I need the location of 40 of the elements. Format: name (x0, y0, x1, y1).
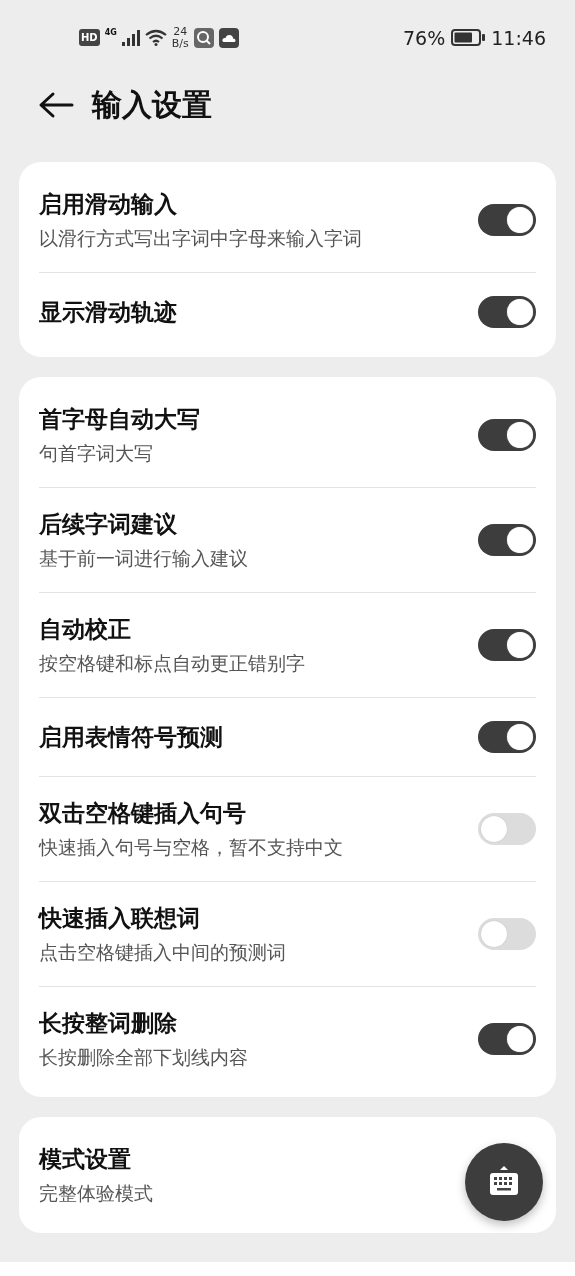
setting-description: 长按删除全部下划线内容 (39, 1044, 248, 1070)
setting-title: 后续字词建议 (39, 509, 178, 539)
signal-icon (121, 29, 140, 46)
setting-description: 完整体验模式 (39, 1180, 153, 1206)
toggle-switch[interactable] (478, 296, 536, 328)
setting-description: 快速插入句号与空格，暂不支持中文 (39, 834, 343, 860)
setting-title: 双击空格键插入句号 (39, 798, 247, 828)
toggle-switch[interactable] (478, 204, 536, 236)
battery-icon (451, 29, 486, 46)
setting-title: 首字母自动大写 (39, 404, 200, 434)
setting-title: 长按整词删除 (39, 1008, 178, 1038)
speed-value: 24 (173, 25, 188, 38)
setting-title: 启用表情符号预测 (39, 722, 223, 752)
toggle-switch[interactable] (478, 721, 536, 753)
network-type: 4G (104, 27, 117, 37)
setting-description: 点击空格键插入中间的预测词 (39, 939, 286, 965)
search-icon (193, 27, 214, 48)
toggle-switch[interactable] (478, 629, 536, 661)
speed-unit: B/s (171, 37, 189, 50)
toggle-switch[interactable] (478, 918, 536, 950)
toggle-switch[interactable] (478, 524, 536, 556)
setting-title: 快速插入联想词 (39, 903, 201, 933)
setting-description: 句首字词大写 (39, 440, 154, 466)
toggle-switch[interactable] (478, 1023, 536, 1055)
toggle-switch[interactable] (478, 419, 536, 451)
toggle-switch[interactable] (478, 813, 536, 845)
battery-percent: 76% (403, 26, 446, 49)
setting-description: 基于前一词进行输入建议 (39, 545, 248, 571)
setting-description: 按空格键和标点自动更正错别字 (39, 650, 305, 676)
setting-description: 以滑行方式写出字词中字母来输入字词 (39, 225, 362, 251)
setting-title: 模式设置 (39, 1144, 132, 1174)
back-button[interactable] (38, 91, 74, 119)
page-title: 输入设置 (92, 85, 212, 124)
setting-title: 启用滑动输入 (39, 189, 178, 219)
clock: 11:46 (491, 26, 546, 49)
hd-badge: HD (79, 29, 100, 46)
wifi-icon (144, 29, 167, 46)
setting-title: 显示滑动轨迹 (39, 297, 177, 327)
cloud-icon (218, 27, 239, 48)
setting-title: 自动校正 (39, 614, 132, 644)
